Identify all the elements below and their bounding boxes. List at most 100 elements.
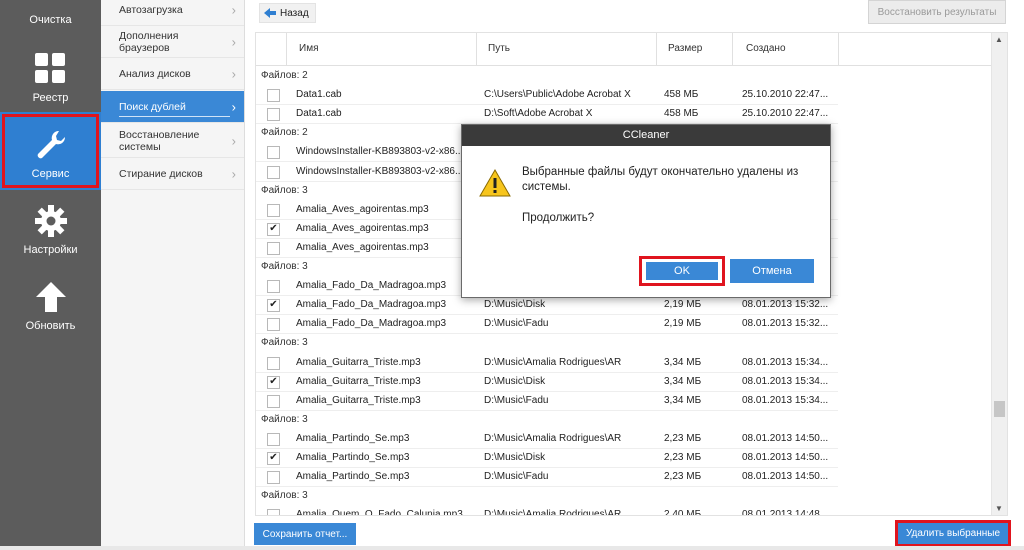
restore-results-button[interactable]: Восстановить результаты: [868, 0, 1006, 24]
cell-name: Amalia_Aves_agoirentas.mp3: [296, 241, 429, 253]
cell-path: D:\Music\Amalia Rodrigues\AR: [484, 432, 622, 444]
cell-name: Amalia_Partindo_Se.mp3: [296, 471, 410, 483]
table-row[interactable]: ✔ Amalia_Guitarra_Triste.mp3 D:\Music\Disk…: [256, 373, 838, 392]
column-header-size[interactable]: Размер: [668, 43, 702, 54]
confirm-dialog: CCleaner Выбранные файлы будут окончател…: [461, 124, 831, 298]
table-row[interactable]: Data1.cab C:\Users\Public\Adobe Acrobat X…: [256, 86, 838, 106]
ok-button[interactable]: OK: [646, 262, 718, 280]
scrollbar-thumb[interactable]: [994, 401, 1005, 417]
row-checkbox[interactable]: [267, 241, 280, 255]
cell-date: 08.01.2013 14:50...: [742, 432, 829, 444]
table-row[interactable]: Amalia_Guitarra_Triste.mp3 D:\Music\Amali…: [256, 354, 838, 373]
group-header: Файлов: 3: [256, 487, 838, 506]
column-divider: [838, 33, 839, 65]
row-checkbox[interactable]: [267, 471, 280, 485]
cell-name: Data1.cab: [296, 108, 342, 120]
row-checkbox[interactable]: [267, 356, 280, 370]
back-label: Назад: [280, 7, 309, 19]
column-header-path[interactable]: Путь: [488, 43, 510, 54]
delete-selected-button[interactable]: Удалить выбранные: [895, 520, 1011, 547]
cell-size: 2,19 МБ: [664, 299, 702, 311]
group-label: Файлов: 2: [261, 70, 308, 81]
bottom-bar: Сохранить отчет... Удалить выбранные: [245, 515, 1024, 550]
cell-name: Amalia_Partindo_Se.mp3: [296, 432, 410, 444]
column-header-created[interactable]: Создано: [746, 43, 786, 54]
column-divider: [656, 33, 657, 65]
cell-path: D:\Music\Disk: [484, 452, 546, 463]
cell-name: Amalia_Partindo_Se.mp3: [296, 452, 410, 463]
column-divider: [732, 33, 733, 65]
cell-date: 08.01.2013 15:32...: [742, 299, 829, 311]
submenu-item-system-restore[interactable]: Восстановление системы ›: [101, 124, 244, 158]
nav-item-registry[interactable]: Реестр: [0, 38, 101, 114]
scroll-up-icon[interactable]: ▲: [995, 35, 1003, 44]
cell-name: Amalia_Aves_agoirentas.mp3: [296, 222, 429, 234]
submenu-item-startup[interactable]: Автозагрузка ›: [101, 0, 244, 26]
cell-name: Amalia_Aves_agoirentas.mp3: [296, 203, 429, 215]
nav-label-update: Обновить: [25, 320, 76, 332]
dialog-question: Продолжить?: [522, 212, 595, 224]
row-checkbox[interactable]: [267, 108, 280, 122]
nav-item-service[interactable]: Сервис: [0, 112, 101, 190]
chevron-right-icon: ›: [231, 2, 236, 17]
scroll-down-icon[interactable]: ▼: [995, 504, 1003, 513]
nav-label-registry: Реестр: [32, 92, 69, 104]
nav-item-cleaner[interactable]: Очистка: [0, 0, 101, 36]
column-divider: [476, 33, 477, 65]
table-row[interactable]: Amalia_Partindo_Se.mp3 D:\Music\Fadu 2,23 …: [256, 468, 838, 488]
horizontal-scrollbar[interactable]: [0, 546, 1024, 550]
group-header: Файлов: 3: [256, 411, 838, 430]
row-checkbox[interactable]: ✔: [267, 222, 280, 236]
nav-item-settings[interactable]: Настройки: [0, 190, 101, 266]
row-checkbox[interactable]: [267, 318, 280, 332]
cell-path: D:\Music\Disk: [484, 299, 546, 311]
row-checkbox[interactable]: [267, 146, 280, 160]
cell-name: WindowsInstaller-KB893803-v2-x86....: [296, 165, 467, 177]
row-checkbox[interactable]: [267, 280, 280, 294]
arrow-left-icon: [264, 8, 276, 18]
save-report-button[interactable]: Сохранить отчет...: [254, 523, 356, 545]
cell-date: 08.01.2013 15:34...: [742, 356, 829, 368]
dialog-title: CCleaner: [462, 125, 830, 146]
row-checkbox[interactable]: ✔: [267, 452, 280, 465]
cell-date: 08.01.2013 14:50...: [742, 471, 829, 483]
cell-name: Amalia_Fado_Da_Madragoa.mp3: [296, 280, 447, 292]
cell-date: 08.01.2013 15:34...: [742, 394, 829, 406]
submenu-item-disk-analysis[interactable]: Анализ дисков ›: [101, 58, 244, 90]
submenu-item-drive-wiper[interactable]: Стирание дисков ›: [101, 158, 244, 190]
vertical-scrollbar[interactable]: ▲ ▼: [991, 33, 1007, 515]
row-checkbox[interactable]: ✔: [267, 299, 280, 313]
cell-date: 08.01.2013 15:32...: [742, 318, 829, 330]
table-row[interactable]: Data1.cab D:\Soft\Adobe Acrobat X 458 МБ 25…: [256, 105, 838, 125]
cell-path: D:\Music\Disk: [484, 375, 546, 387]
wrench-icon: [37, 130, 66, 159]
row-checkbox[interactable]: [267, 394, 280, 408]
table-row[interactable]: Amalia_Guitarra_Triste.mp3 D:\Music\Fadu 3…: [256, 392, 838, 411]
group-label: Файлов: 3: [261, 337, 308, 349]
submenu-item-duplicate-finder[interactable]: Поиск дублей ›: [101, 91, 244, 123]
cell-size: 2,19 МБ: [664, 318, 702, 330]
submenu-label: Дополнения браузеров: [119, 29, 179, 54]
column-header-name[interactable]: Имя: [299, 43, 318, 54]
table-row[interactable]: ✔ Amalia_Fado_Da_Madragoa.mp3 D:\Music\Dis…: [256, 296, 838, 316]
submenu-label: Анализ дисков: [119, 67, 191, 80]
cancel-button[interactable]: Отмена: [730, 259, 814, 283]
cell-path: D:\Soft\Adobe Acrobat X: [484, 108, 593, 120]
back-button[interactable]: Назад: [259, 3, 316, 23]
submenu-item-browser-plugins[interactable]: Дополнения браузеров ›: [101, 26, 244, 58]
row-checkbox[interactable]: [267, 203, 280, 217]
cell-name: Amalia_Fado_Da_Madragoa.mp3: [296, 318, 447, 330]
table-row[interactable]: ✔ Amalia_Partindo_Se.mp3 D:\Music\Disk 2,23…: [256, 449, 838, 468]
chevron-right-icon: ›: [231, 166, 236, 181]
row-checkbox[interactable]: ✔: [267, 375, 280, 389]
group-label: Файлов: 3: [261, 261, 308, 272]
nav-item-update[interactable]: Обновить: [0, 266, 101, 342]
submenu-label: Поиск дублей: [119, 101, 230, 117]
table-row[interactable]: Amalia_Fado_Da_Madragoa.mp3 D:\Music\Fadu…: [256, 315, 838, 335]
row-checkbox[interactable]: [267, 432, 280, 446]
row-checkbox[interactable]: [267, 89, 280, 103]
row-checkbox[interactable]: [267, 165, 280, 179]
cell-size: 3,34 МБ: [664, 394, 702, 406]
cell-name: Amalia_Guitarra_Triste.mp3: [296, 375, 421, 387]
table-row[interactable]: Amalia_Partindo_Se.mp3 D:\Music\Amalia Ro…: [256, 430, 838, 449]
